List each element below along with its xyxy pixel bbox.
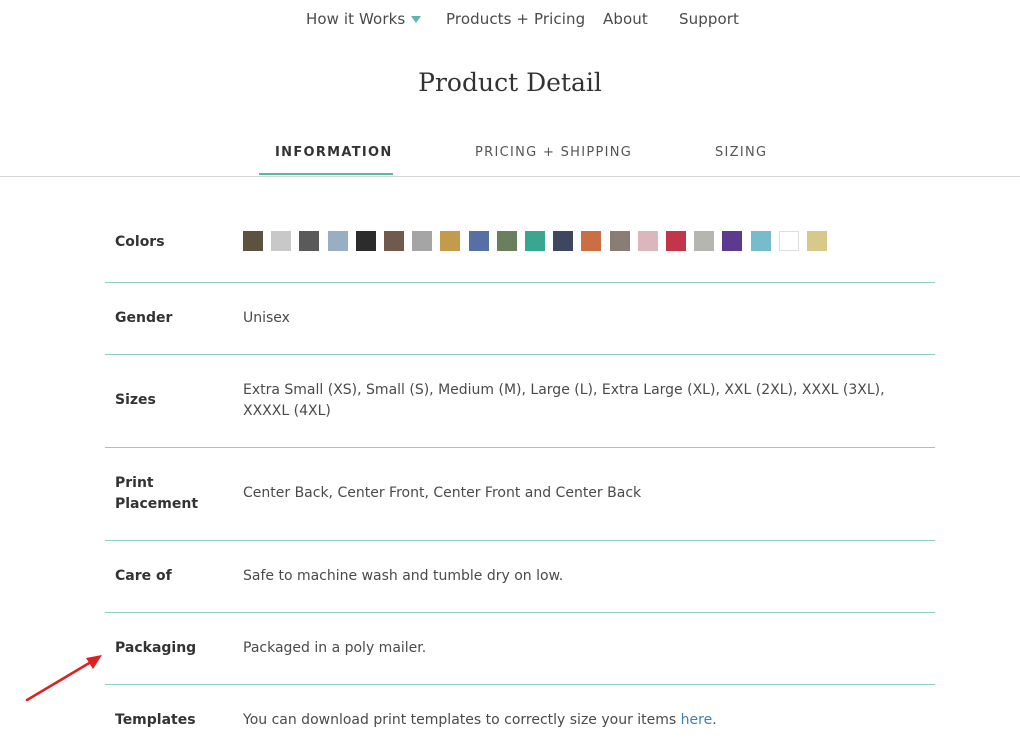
nav-about[interactable]: About <box>603 10 648 28</box>
tab-pricing-shipping[interactable]: PRICING + SHIPPING <box>475 145 632 160</box>
detail-row-templates: Templates You can download print templat… <box>105 685 935 755</box>
color-swatch[interactable] <box>496 231 517 251</box>
color-swatch[interactable] <box>722 231 743 251</box>
gender-label: Gender <box>115 310 173 326</box>
page: How it Works Products + Pricing About Su… <box>0 0 1020 755</box>
nav-products-pricing[interactable]: Products + Pricing <box>446 10 585 28</box>
color-swatch[interactable] <box>637 231 658 251</box>
nav-how-it-works[interactable]: How it Works <box>306 10 422 28</box>
packaging-value: Packaged in a poly mailer. <box>243 640 427 656</box>
color-swatch[interactable] <box>525 231 545 251</box>
templates-label: Templates <box>115 712 196 728</box>
color-swatch[interactable] <box>778 231 799 251</box>
detail-row-print-placement: Print Placement Center Back, Center Fron… <box>105 448 935 541</box>
detail-row-gender: Gender Unisex <box>105 283 935 355</box>
detail-row-packaging: Packaging Packaged in a poly mailer. <box>105 613 935 685</box>
templates-value: You can download print templates to corr… <box>243 710 923 731</box>
color-swatch[interactable] <box>581 231 602 251</box>
caret-down-icon[interactable] <box>411 16 422 23</box>
tab-information[interactable]: INFORMATION <box>275 145 393 160</box>
color-swatch[interactable] <box>468 231 489 251</box>
color-swatch[interactable] <box>299 231 320 251</box>
tab-sizing[interactable]: SIZING <box>715 145 767 160</box>
detail-row-sizes: Sizes Extra Small (XS), Small (S), Mediu… <box>105 355 935 448</box>
color-swatch[interactable] <box>271 231 292 251</box>
templates-suffix: . <box>712 712 717 728</box>
sizes-value: Extra Small (XS), Small (S), Medium (M),… <box>243 382 885 419</box>
templates-text: You can download print templates to corr… <box>243 712 681 728</box>
tab-bar: INFORMATION PRICING + SHIPPING SIZING <box>0 132 1020 177</box>
page-title: Product Detail <box>418 68 602 97</box>
nav-support[interactable]: Support <box>679 10 739 28</box>
color-swatch[interactable] <box>384 231 404 251</box>
detail-row-care: Care of Safe to machine wash and tumble … <box>105 541 935 613</box>
color-swatch[interactable] <box>553 231 574 251</box>
print-placement-value: Center Back, Center Front, Center Front … <box>243 485 642 501</box>
annotation-arrow-icon <box>25 655 102 702</box>
packaging-label: Packaging <box>115 640 197 656</box>
nav-how-it-works-label: How it Works <box>306 10 406 28</box>
color-swatch[interactable] <box>412 231 433 251</box>
top-nav: How it Works Products + Pricing About Su… <box>0 0 1020 38</box>
color-swatch[interactable] <box>666 231 686 251</box>
color-swatch[interactable] <box>694 231 715 251</box>
templates-download-link[interactable]: here <box>681 712 713 728</box>
color-swatch[interactable] <box>440 231 461 251</box>
print-placement-label: Print Placement <box>115 475 199 512</box>
color-swatch[interactable] <box>807 231 827 251</box>
product-details-table: Colors Gender Unisex Sizes Extra Small (… <box>105 205 935 755</box>
color-swatch[interactable] <box>355 231 376 251</box>
color-swatch[interactable] <box>750 231 771 251</box>
sizes-label: Sizes <box>115 392 156 408</box>
care-label: Care of <box>115 568 172 584</box>
gender-value: Unisex <box>243 310 290 326</box>
color-swatch[interactable] <box>327 231 348 251</box>
detail-row-colors: Colors <box>105 205 935 283</box>
color-swatch[interactable] <box>609 231 630 251</box>
care-value: Safe to machine wash and tumble dry on l… <box>243 568 564 584</box>
color-swatch[interactable] <box>243 231 263 251</box>
active-tab-indicator <box>259 173 393 175</box>
colors-label: Colors <box>115 234 165 250</box>
